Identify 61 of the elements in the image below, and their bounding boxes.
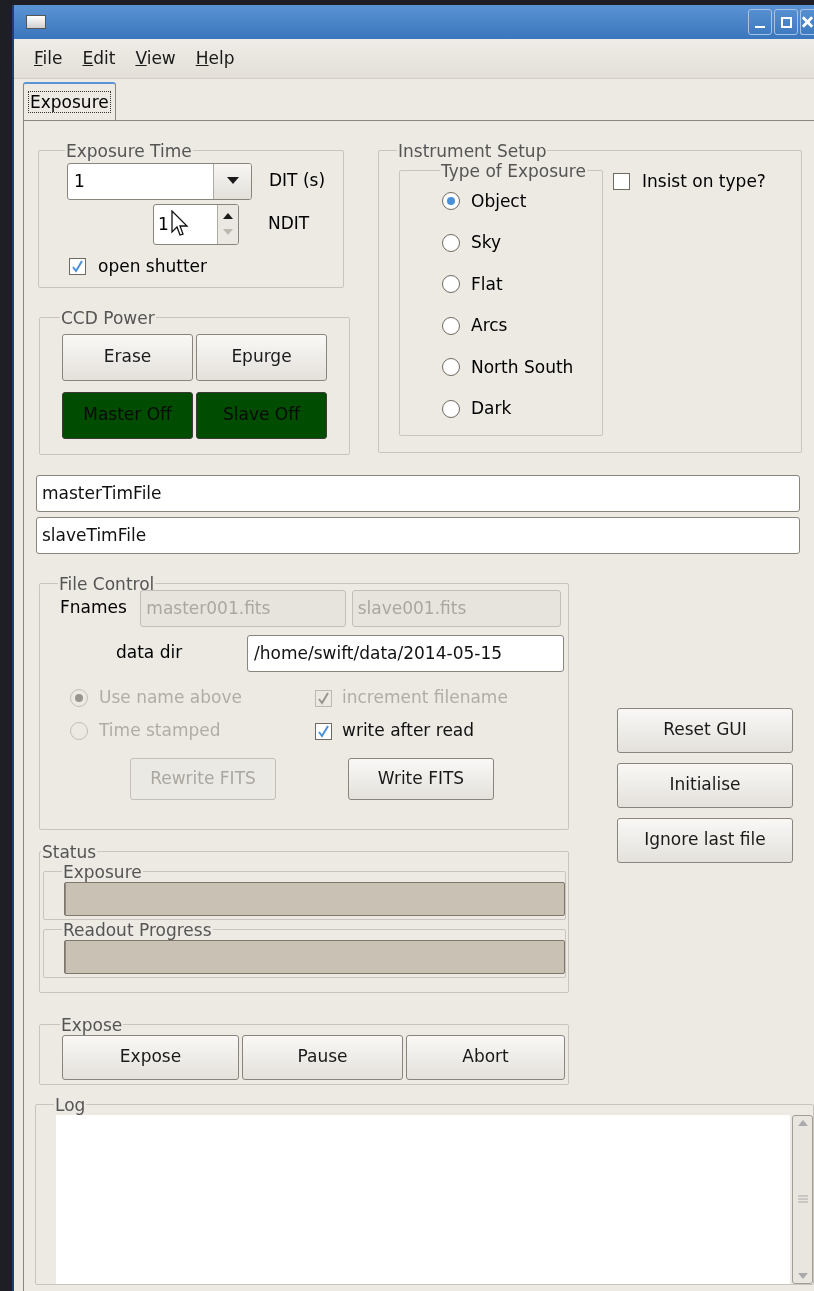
spin-arrows-icon[interactable] [217,204,238,244]
group-label: CCD Power [60,307,156,328]
radio-label: Dark [471,397,512,420]
radio-button[interactable] [442,399,460,418]
checkbox[interactable] [315,722,332,740]
radio-label: Sky [471,231,502,254]
minimize-icon[interactable] [748,9,772,35]
text-field[interactable]: slaveTimFile [36,516,800,554]
radio-label: Object [471,189,527,213]
push-button[interactable]: Abort [406,1034,565,1080]
dit-combo-box[interactable]: 1 [67,162,252,200]
checkbox-label: increment filename [342,686,508,710]
data-dir-label: data dir [116,641,184,665]
checkbox[interactable] [69,257,86,275]
checkbox-label: open shutter [98,254,207,278]
push-button[interactable]: Reset GUI [617,707,793,753]
group-label: Type of Exposure [440,160,587,181]
group-label: Instrument Setup [397,140,548,161]
combo-value: 1 [73,169,86,193]
menu-item[interactable]: Edit [82,45,116,72]
checkbox-label: Insist on type? [642,169,766,193]
checkbox[interactable] [613,172,630,190]
radio-button[interactable] [442,192,460,211]
group-label: Exposure Time [65,140,193,161]
menu-item[interactable]: View [135,45,176,72]
group-label: Log [54,1094,87,1115]
spin-value: 1 [158,213,169,234]
push-button[interactable]: Expose [62,1034,239,1080]
tab[interactable]: Exposure [23,82,116,121]
data-dir-field[interactable]: /home/swift/data/2014-05-15 [247,634,564,672]
checkbox-label: write after read [342,719,475,743]
group-label: Expose [60,1014,124,1035]
radio-label: Time stamped [99,719,221,743]
maximize-icon[interactable] [774,9,798,35]
text-field[interactable]: masterTimFile [36,474,800,512]
radio-label: Flat [471,272,503,296]
fnames-label: Fnames [60,596,128,620]
radio-label: North South [471,355,574,379]
push-button[interactable]: Write FITS [348,757,494,800]
push-button[interactable]: Erase [62,333,193,381]
ndit-label: NDIT [268,212,310,236]
window-icon [26,15,46,29]
group-label: Status [41,841,98,862]
group-label: Readout Progress [62,919,213,940]
group-label: Exposure [62,861,143,882]
close-icon[interactable] [800,9,814,35]
push-button[interactable]: Ignore last file [617,817,793,863]
radio-button[interactable] [442,316,460,335]
push-button[interactable]: Initialise [617,762,793,808]
scroll-grip-icon [797,1195,808,1204]
dit-label: DIT (s) [269,169,325,193]
radio-label: Use name above [99,686,242,710]
push-button[interactable]: Pause [242,1034,403,1080]
radio-label: Arcs [471,314,508,337]
radio-button[interactable] [442,275,460,294]
menu-item[interactable]: File [34,45,63,72]
radio-button[interactable] [442,358,460,377]
push-button[interactable]: Epurge [196,333,327,381]
radio-button[interactable] [442,233,460,252]
menu-item[interactable]: Help [195,45,235,72]
ndit-spin-box[interactable]: 1 [153,203,239,245]
